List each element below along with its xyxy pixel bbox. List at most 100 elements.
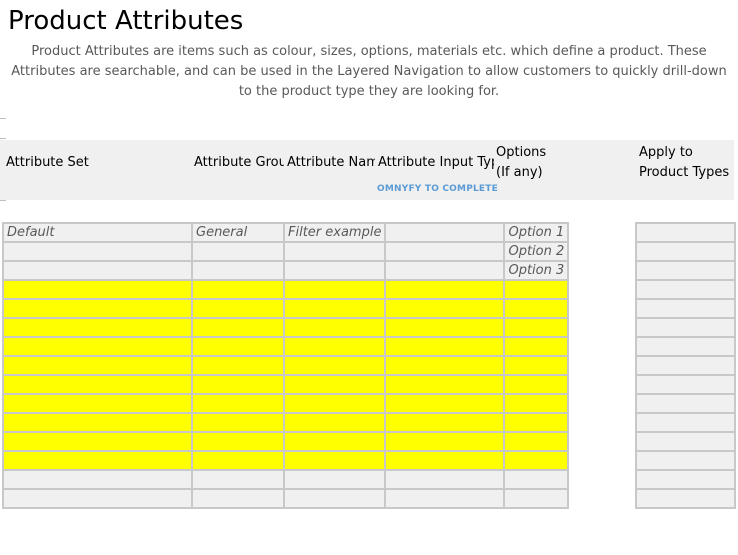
header-options-line1[interactable]: Options — [496, 143, 546, 162]
attribute-set-cell[interactable] — [2, 241, 193, 262]
attribute-input-type-cell[interactable] — [384, 355, 506, 376]
product-type-cell[interactable] — [635, 393, 736, 414]
table-row — [635, 355, 736, 376]
attribute-set-cell[interactable] — [2, 374, 193, 395]
attribute-set-cell[interactable] — [2, 431, 193, 452]
attribute-group-cell[interactable] — [191, 393, 285, 414]
option-cell[interactable] — [503, 469, 570, 490]
attribute-group-cell[interactable] — [191, 355, 285, 376]
attribute-name-cell[interactable] — [282, 431, 387, 452]
table-row — [635, 450, 736, 471]
option-cell[interactable] — [503, 298, 570, 319]
attribute-name-cell[interactable] — [282, 298, 387, 319]
attribute-name-cell[interactable] — [282, 317, 387, 338]
option-cell[interactable]: Option 2 — [503, 241, 570, 262]
attribute-group-cell[interactable]: General — [191, 222, 285, 243]
attribute-name-cell[interactable] — [282, 374, 387, 395]
header-apply-line1[interactable]: Apply to — [639, 143, 693, 162]
header-attribute-group[interactable]: Attribute Grou — [194, 153, 284, 172]
attribute-input-type-cell[interactable] — [384, 336, 506, 357]
attribute-group-cell[interactable] — [191, 317, 285, 338]
attribute-name-cell[interactable] — [282, 412, 387, 433]
header-attribute-input-type[interactable]: Attribute Input Typ — [378, 153, 494, 172]
product-type-cell[interactable] — [635, 260, 736, 281]
attribute-set-cell[interactable]: Default — [2, 222, 193, 243]
product-type-cell[interactable] — [635, 450, 736, 471]
attribute-group-cell[interactable] — [191, 412, 285, 433]
attribute-set-cell[interactable] — [2, 412, 193, 433]
header-attribute-name[interactable]: Attribute Nam — [287, 153, 375, 172]
attribute-name-cell[interactable] — [282, 393, 387, 414]
attribute-input-type-cell[interactable] — [384, 298, 506, 319]
option-cell[interactable] — [503, 450, 570, 471]
product-type-cell[interactable] — [635, 488, 736, 509]
option-cell[interactable] — [503, 393, 570, 414]
product-type-cell[interactable] — [635, 336, 736, 357]
attribute-input-type-cell[interactable] — [384, 260, 506, 281]
header-options-line2[interactable]: (If any) — [496, 163, 543, 182]
attribute-set-cell[interactable] — [2, 469, 193, 490]
attribute-input-type-cell[interactable] — [384, 469, 506, 490]
attribute-name-cell[interactable]: Filter example — [282, 222, 387, 243]
attribute-set-cell[interactable] — [2, 260, 193, 281]
attribute-input-type-cell[interactable] — [384, 279, 506, 300]
option-cell[interactable] — [503, 488, 570, 509]
header-apply-line2[interactable]: Product Types — [639, 163, 729, 182]
attribute-input-type-cell[interactable] — [384, 488, 506, 509]
header-attribute-set[interactable]: Attribute Set — [6, 153, 186, 172]
attribute-input-type-cell[interactable] — [384, 317, 506, 338]
attribute-name-cell[interactable] — [282, 488, 387, 509]
attribute-input-type-cell[interactable] — [384, 450, 506, 471]
attribute-group-cell[interactable] — [191, 469, 285, 490]
attribute-group-cell[interactable] — [191, 279, 285, 300]
attribute-input-type-cell[interactable] — [384, 412, 506, 433]
attribute-name-cell[interactable] — [282, 241, 387, 262]
attribute-set-cell[interactable] — [2, 355, 193, 376]
attribute-name-cell[interactable] — [282, 355, 387, 376]
option-cell[interactable] — [503, 374, 570, 395]
product-type-cell[interactable] — [635, 355, 736, 376]
product-type-cell[interactable] — [635, 431, 736, 452]
attribute-group-cell[interactable] — [191, 374, 285, 395]
attribute-input-type-cell[interactable] — [384, 393, 506, 414]
option-cell[interactable] — [503, 336, 570, 357]
attribute-group-cell[interactable] — [191, 298, 285, 319]
attribute-input-type-cell[interactable] — [384, 431, 506, 452]
option-cell[interactable] — [503, 412, 570, 433]
option-cell[interactable] — [503, 279, 570, 300]
attribute-name-cell[interactable] — [282, 450, 387, 471]
attribute-set-cell[interactable] — [2, 279, 193, 300]
attribute-group-cell[interactable] — [191, 260, 285, 281]
option-cell[interactable] — [503, 431, 570, 452]
product-type-cell[interactable] — [635, 279, 736, 300]
attribute-input-type-cell[interactable] — [384, 374, 506, 395]
attribute-set-cell[interactable] — [2, 317, 193, 338]
product-type-cell[interactable] — [635, 241, 736, 262]
attribute-name-cell[interactable] — [282, 260, 387, 281]
attribute-set-cell[interactable] — [2, 488, 193, 509]
product-type-cell[interactable] — [635, 412, 736, 433]
attribute-group-cell[interactable] — [191, 336, 285, 357]
attribute-set-cell[interactable] — [2, 298, 193, 319]
option-cell[interactable] — [503, 317, 570, 338]
attribute-set-cell[interactable] — [2, 450, 193, 471]
attribute-name-cell[interactable] — [282, 336, 387, 357]
option-cell[interactable] — [503, 355, 570, 376]
option-cell[interactable]: Option 3 — [503, 260, 570, 281]
attribute-set-cell[interactable] — [2, 336, 193, 357]
option-cell[interactable]: Option 1 — [503, 222, 570, 243]
attribute-group-cell[interactable] — [191, 488, 285, 509]
attribute-input-type-cell[interactable] — [384, 222, 506, 243]
attribute-name-cell[interactable] — [282, 469, 387, 490]
attribute-group-cell[interactable] — [191, 450, 285, 471]
product-type-cell[interactable] — [635, 469, 736, 490]
attribute-group-cell[interactable] — [191, 431, 285, 452]
attribute-set-cell[interactable] — [2, 393, 193, 414]
product-type-cell[interactable] — [635, 374, 736, 395]
attribute-group-cell[interactable] — [191, 241, 285, 262]
attribute-input-type-cell[interactable] — [384, 241, 506, 262]
product-type-cell[interactable] — [635, 222, 736, 243]
attribute-name-cell[interactable] — [282, 279, 387, 300]
product-type-cell[interactable] — [635, 298, 736, 319]
product-type-cell[interactable] — [635, 317, 736, 338]
